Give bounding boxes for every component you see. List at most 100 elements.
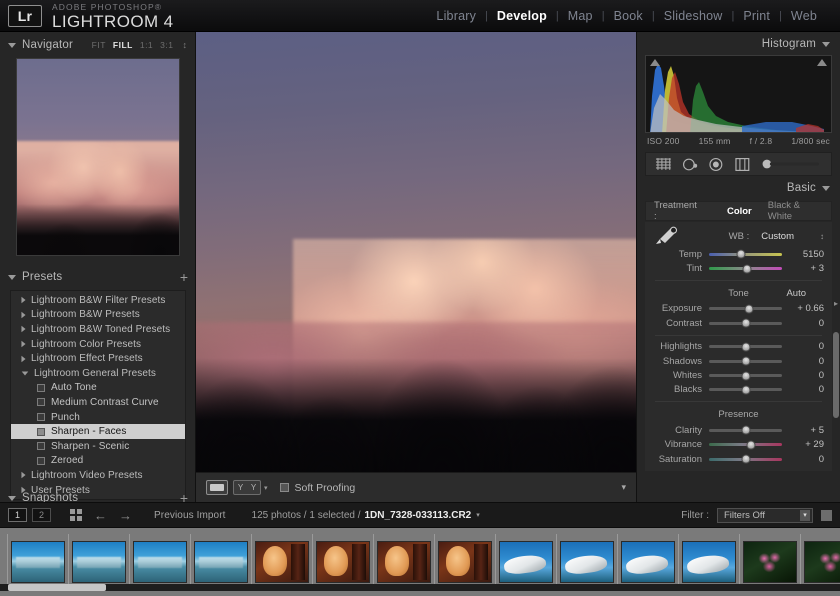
adjustment-brush-tool[interactable]: [761, 157, 822, 171]
source-label[interactable]: Previous Import: [154, 510, 226, 521]
chevron-right-icon[interactable]: [21, 312, 25, 319]
slider-shadows[interactable]: Shadows 0: [645, 354, 832, 368]
add-preset-icon[interactable]: +: [180, 271, 188, 283]
chevron-down-icon[interactable]: [8, 496, 16, 501]
filmstrip-thumbnail[interactable]: [11, 541, 65, 583]
slider-track[interactable]: [709, 443, 782, 446]
filmstrip-thumbnail[interactable]: [194, 541, 248, 583]
preset-group-video[interactable]: Lightroom Video Presets: [11, 468, 185, 483]
wb-stepper-icon[interactable]: ↕: [820, 232, 824, 241]
chevron-down-icon[interactable]: [822, 186, 830, 191]
chevron-right-icon[interactable]: [21, 355, 25, 362]
chevron-down-icon[interactable]: [22, 371, 29, 375]
filmstrip-thumbnail[interactable]: [133, 541, 187, 583]
soft-proofing-checkbox[interactable]: [280, 483, 289, 492]
preset-item-sharpen-faces[interactable]: Sharpen - Faces: [11, 424, 185, 439]
preset-group-bw-filter[interactable]: Lightroom B&W Filter Presets: [11, 293, 185, 308]
filmstrip-thumbnail[interactable]: [560, 541, 614, 583]
auto-tone-button[interactable]: Auto: [786, 288, 806, 299]
treatment-option-color[interactable]: Color: [719, 206, 760, 217]
navigate-forward-icon[interactable]: →: [119, 508, 132, 523]
slider-track[interactable]: [709, 388, 782, 391]
zoom-mode-3-1[interactable]: 3:1: [160, 40, 173, 50]
before-after-icon[interactable]: YY: [233, 480, 261, 495]
filmstrip-thumbnail[interactable]: [499, 541, 553, 583]
filmstrip-scroll-thumb[interactable]: [8, 584, 106, 591]
slider-clarity[interactable]: Clarity + 5: [645, 423, 832, 437]
presets-header[interactable]: Presets +: [8, 268, 188, 286]
slider-knob[interactable]: [741, 371, 750, 380]
slider-track[interactable]: [709, 253, 782, 256]
navigator-header[interactable]: Navigator FIT FILL 1:1 3:1 ↕: [8, 36, 187, 54]
zoom-stepper-icon[interactable]: ↕: [183, 40, 188, 50]
panel-expand-icon[interactable]: ▸: [832, 297, 840, 311]
slider-temp[interactable]: Temp 5150: [645, 247, 832, 261]
slider-knob[interactable]: [742, 264, 751, 273]
preset-item-medium-contrast-curve[interactable]: Medium Contrast Curve: [11, 395, 185, 410]
current-filename[interactable]: 1DN_7328-033113.CR2: [365, 510, 472, 521]
basic-panel-header[interactable]: Basic: [637, 179, 840, 197]
preset-item-auto-tone[interactable]: Auto Tone: [11, 381, 185, 396]
zoom-mode-fit[interactable]: FIT: [92, 40, 106, 50]
slider-knob[interactable]: [741, 342, 750, 351]
filmstrip-thumbnail[interactable]: [377, 541, 431, 583]
slider-knob[interactable]: [747, 440, 756, 449]
filter-toggle-icon[interactable]: [821, 510, 832, 521]
chevron-right-icon[interactable]: [21, 297, 25, 304]
white-balance-selector-icon[interactable]: [653, 226, 679, 246]
filmstrip-scroll-track[interactable]: [0, 584, 840, 591]
slider-track[interactable]: [709, 322, 782, 325]
module-book[interactable]: Book: [605, 9, 652, 23]
preset-item-punch[interactable]: Punch: [11, 410, 185, 425]
slider-track[interactable]: [709, 307, 782, 310]
zoom-mode-1-1[interactable]: 1:1: [140, 40, 153, 50]
chevron-down-icon[interactable]: ▾: [476, 511, 480, 519]
histogram-graph[interactable]: [645, 55, 832, 133]
slider-knob[interactable]: [745, 304, 754, 313]
filmstrip-thumbnail[interactable]: [255, 541, 309, 583]
slider-knob[interactable]: [741, 357, 750, 366]
toolbar-collapse-icon[interactable]: ▾: [621, 482, 626, 493]
chevron-down-icon[interactable]: [8, 275, 16, 280]
slider-saturation[interactable]: Saturation 0: [645, 452, 832, 466]
slider-highlights[interactable]: Highlights 0: [645, 340, 832, 354]
module-library[interactable]: Library: [427, 9, 485, 23]
filmstrip-thumbnail[interactable]: [621, 541, 675, 583]
chevron-right-icon[interactable]: [21, 326, 25, 333]
filmstrip-thumbnail[interactable]: [316, 541, 370, 583]
right-panel-scrollbar[interactable]: [833, 332, 839, 418]
slider-knob[interactable]: [737, 250, 746, 259]
filmstrip-thumbnail[interactable]: [438, 541, 492, 583]
slider-knob[interactable]: [741, 319, 750, 328]
preset-group-general[interactable]: Lightroom General Presets: [11, 366, 185, 381]
crop-overlay-tool[interactable]: [655, 157, 672, 171]
chevron-down-icon[interactable]: ▾: [264, 484, 268, 492]
graduated-filter-tool[interactable]: [734, 157, 751, 172]
highlight-clipping-icon[interactable]: [817, 59, 827, 66]
slider-whites[interactable]: Whites 0: [645, 368, 832, 382]
slider-knob[interactable]: [741, 385, 750, 394]
preset-group-color[interactable]: Lightroom Color Presets: [11, 337, 185, 352]
zoom-mode-fill[interactable]: FILL: [113, 40, 133, 50]
preset-item-sharpen-scenic[interactable]: Sharpen - Scenic: [11, 439, 185, 454]
slider-knob[interactable]: [741, 426, 750, 435]
module-map[interactable]: Map: [559, 9, 602, 23]
navigate-back-icon[interactable]: ←: [94, 508, 107, 523]
preset-group-bw[interactable]: Lightroom B&W Presets: [11, 308, 185, 323]
slider-track[interactable]: [709, 267, 782, 270]
module-develop[interactable]: Develop: [488, 9, 556, 23]
histogram-header[interactable]: Histogram: [637, 35, 840, 53]
treatment-option-black-and-white[interactable]: Black & White: [760, 200, 823, 222]
chevron-down-icon[interactable]: [822, 42, 830, 47]
module-slideshow[interactable]: Slideshow: [655, 9, 732, 23]
chevron-down-icon[interactable]: ▾: [800, 510, 810, 521]
grid-view-icon[interactable]: [70, 509, 82, 521]
filmstrip-thumbnail[interactable]: [743, 541, 797, 583]
shadow-clipping-icon[interactable]: [650, 59, 660, 66]
image-preview-area[interactable]: [196, 32, 636, 472]
slider-track[interactable]: [709, 374, 782, 377]
loupe-view-icon[interactable]: [206, 480, 228, 495]
screen-2-button[interactable]: 2: [32, 508, 51, 522]
red-eye-correction-tool[interactable]: [708, 157, 724, 172]
filmstrip-thumbnail[interactable]: [804, 541, 840, 583]
